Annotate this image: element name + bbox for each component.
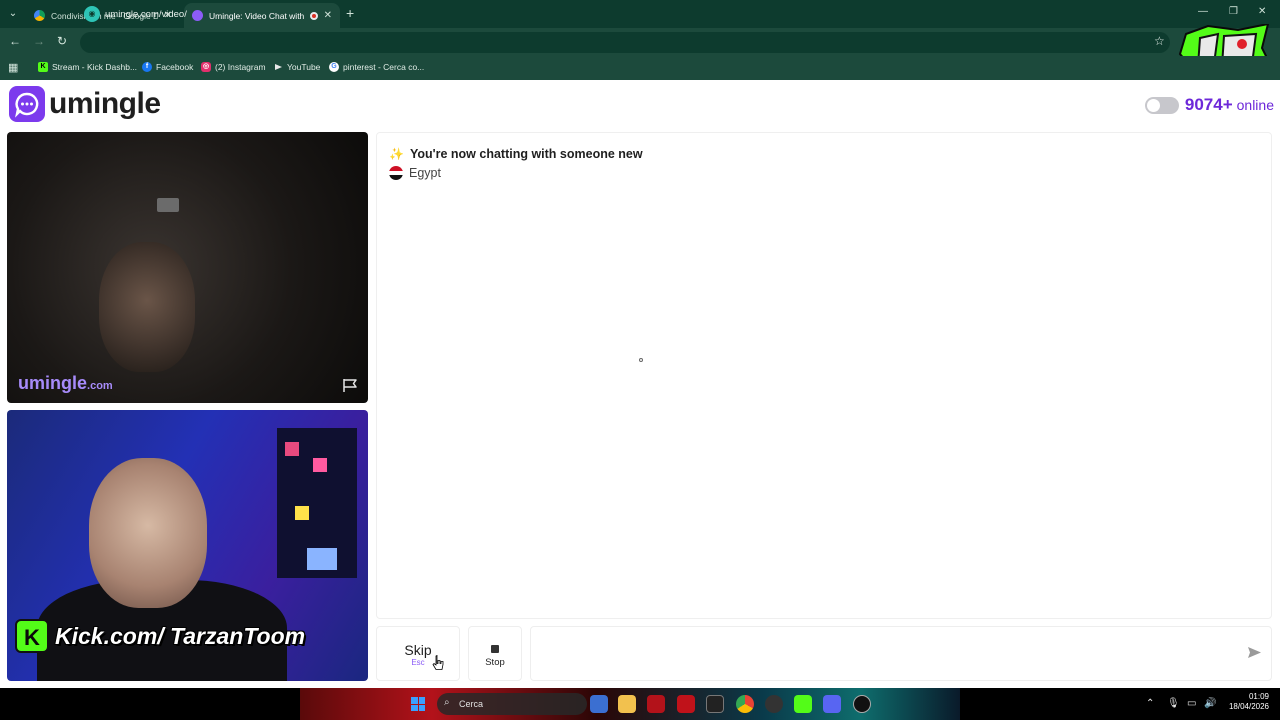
bookmark-label: YouTube	[287, 62, 321, 72]
omnibox[interactable]	[80, 32, 1170, 53]
chat-panel: ✨ You're now chatting with someone new E…	[376, 132, 1272, 619]
decor-square	[285, 442, 299, 456]
stranger-video: umingle.com	[7, 132, 368, 403]
bookmark-label: Facebook	[156, 62, 194, 72]
online-label: online	[1236, 97, 1274, 113]
kick-app-icon[interactable]	[794, 695, 812, 713]
chrome-icon[interactable]	[736, 695, 754, 713]
recording-icon	[309, 11, 318, 20]
watermark-main: umingle	[18, 373, 88, 393]
site-info-icon[interactable]: ◉	[84, 6, 100, 22]
display-icon[interactable]: ▭	[1187, 698, 1196, 709]
decor-square	[295, 506, 309, 520]
kick-channel-overlay: K Kick.com/ TarzanToom	[15, 619, 305, 653]
loading-indicator-icon	[639, 358, 643, 362]
decor-square	[307, 548, 337, 570]
brand-name: umingle	[49, 87, 161, 120]
google-icon: G	[329, 62, 339, 72]
background-shelf	[277, 428, 357, 578]
logitech-icon[interactable]	[706, 695, 724, 713]
discord-icon[interactable]	[823, 695, 841, 713]
kick-channel-text: Kick.com/ TarzanToom	[55, 622, 306, 649]
chat-country-line: Egypt	[389, 166, 441, 180]
country-text: Egypt	[409, 166, 441, 180]
adobe-icon[interactable]	[677, 695, 695, 713]
message-input[interactable]	[530, 626, 1272, 681]
online-indicator: 9074+ online	[1144, 95, 1274, 115]
clock-time: 01:09	[1248, 692, 1269, 701]
send-icon[interactable]	[1247, 646, 1262, 659]
microphone-icon[interactable]: 🎙	[1167, 698, 1180, 709]
chat-status-text: You're now chatting with someone new	[409, 147, 643, 161]
kick-icon: K	[38, 62, 48, 72]
stop-button[interactable]: Stop	[468, 626, 522, 681]
search-icon: ⌕	[444, 697, 450, 708]
stop-label: Stop	[485, 657, 505, 668]
self-video: K Kick.com/ TarzanToom	[7, 410, 368, 681]
volume-icon[interactable]: 🔊	[1204, 698, 1216, 709]
skip-shortcut: Esc	[411, 658, 425, 667]
tab-umingle[interactable]: Umingle: Video Chat with S ✕	[184, 3, 340, 28]
mouse-pointer-icon	[432, 655, 444, 670]
bookmark-youtube[interactable]: YouTube	[273, 62, 320, 72]
settings-gear-icon[interactable]	[853, 695, 871, 713]
bookmark-pinterest-search[interactable]: G pinterest - Cerca co...	[329, 62, 424, 72]
chat-bubble-icon	[9, 86, 45, 122]
apps-grid-icon[interactable]: ▦	[8, 61, 18, 74]
skip-label: Skip	[404, 642, 432, 658]
tray-chevron-icon[interactable]: ⌃	[1146, 698, 1154, 709]
url-text[interactable]: umingle.com/video/	[105, 9, 187, 20]
taskbar-clock[interactable]: 01:09 18/04/2026	[1225, 692, 1269, 712]
windows-taskbar	[0, 688, 1280, 720]
kick-badge: K	[15, 619, 49, 653]
theme-toggle[interactable]	[1144, 96, 1179, 114]
background-light	[157, 198, 179, 212]
online-count: 9074+	[1184, 95, 1233, 114]
facebook-icon: f	[142, 62, 152, 72]
tab-search-chevron-icon[interactable]: ⌄	[4, 5, 22, 23]
close-window-icon[interactable]: ✕	[1258, 6, 1266, 17]
google-drive-icon	[34, 10, 45, 21]
new-tab-plus-icon[interactable]: +	[346, 5, 354, 21]
egypt-flag-icon	[389, 166, 403, 180]
report-flag-icon[interactable]	[342, 378, 359, 393]
windows-start-icon[interactable]	[411, 697, 425, 711]
file-explorer-icon[interactable]	[618, 695, 636, 713]
forward-arrow-icon[interactable]: →	[33, 34, 45, 48]
tab-title: Umingle: Video Chat with S	[209, 10, 306, 21]
chat-status-line: ✨ You're now chatting with someone new	[389, 147, 643, 161]
clock-date: 18/04/2026	[1228, 702, 1269, 711]
bookmark-instagram[interactable]: ◎ (2) Instagram	[201, 62, 266, 72]
maximize-icon[interactable]: ❐	[1229, 6, 1238, 17]
browser-tab-bar: ⌄ Condivisi con me - Google Dri ✕ Umingl…	[0, 0, 1280, 28]
decor-square	[313, 458, 327, 472]
bookmark-kick[interactable]: K Stream - Kick Dashb...	[38, 62, 137, 72]
bookmark-star-icon[interactable]: ☆	[1154, 34, 1165, 48]
reload-icon[interactable]: ↻	[57, 34, 67, 48]
instagram-icon: ◎	[201, 62, 211, 72]
back-arrow-icon[interactable]: ←	[9, 34, 21, 48]
address-toolbar: ← → ↻ ☆	[0, 28, 1280, 56]
bookmark-facebook[interactable]: f Facebook	[142, 62, 193, 72]
skip-button[interactable]: Skip Esc	[376, 626, 460, 681]
bookmarks-bar: ▦ K Stream - Kick Dashb... f Facebook ◎ …	[0, 56, 1280, 80]
minimize-icon[interactable]: —	[1198, 6, 1208, 17]
bookmark-label: pinterest - Cerca co...	[343, 62, 425, 72]
obs-icon[interactable]	[765, 695, 783, 713]
umingle-icon	[192, 10, 203, 21]
self-face	[89, 458, 207, 608]
umingle-watermark: umingle.com	[18, 373, 113, 394]
close-tab-icon[interactable]: ✕	[324, 10, 332, 21]
voicemod-icon[interactable]	[647, 695, 665, 713]
watermark-suffix: .com	[87, 380, 113, 392]
bookmark-label: Stream - Kick Dashb...	[52, 62, 138, 72]
taskbar-search-label: Cerca	[459, 699, 484, 709]
task-view-icon[interactable]	[590, 695, 608, 713]
youtube-icon	[273, 62, 283, 72]
bookmark-label: (2) Instagram	[215, 62, 266, 72]
sparkles-icon: ✨	[389, 147, 404, 161]
stop-icon	[491, 645, 499, 653]
umingle-logo[interactable]: umingle	[9, 86, 161, 122]
stranger-face	[99, 242, 195, 372]
